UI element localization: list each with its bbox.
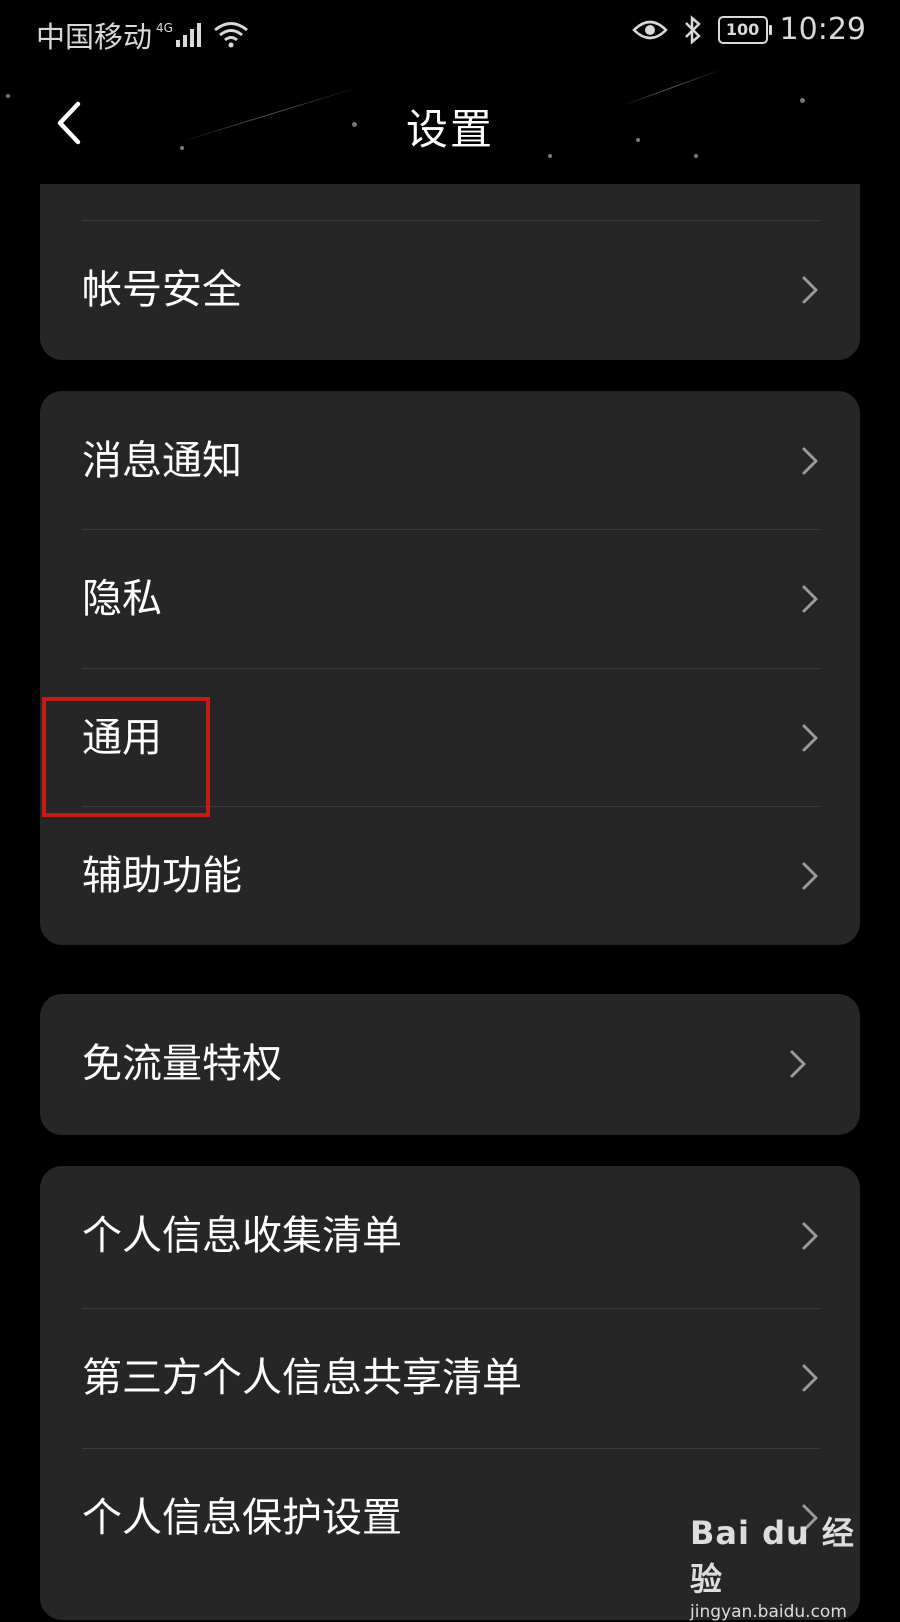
settings-item-label: 个人信息收集清单 [82, 1213, 402, 1259]
settings-item-free-data[interactable]: 免流量特权 [40, 994, 860, 1134]
chevron-right-icon [802, 585, 818, 613]
watermark-url: jingyan.baidu.com [690, 1602, 847, 1622]
settings-item-label: 帐号安全 [82, 267, 242, 313]
status-time: 10:29 [779, 12, 866, 47]
settings-item-label: 免流量特权 [82, 1041, 282, 1087]
eye-icon [631, 20, 668, 39]
settings-item-label: 个人信息保护设置 [82, 1495, 402, 1541]
settings-item-info-collection-list[interactable]: 个人信息收集清单 [40, 1166, 860, 1306]
highlight-box [42, 697, 210, 817]
settings-item-notifications[interactable]: 消息通知 [40, 391, 860, 531]
settings-item-label: 消息通知 [82, 438, 242, 484]
status-right: 100 10:29 [631, 12, 866, 47]
chevron-right-icon [790, 1050, 806, 1078]
status-left: 中国移动 4G [36, 14, 249, 56]
baidu-jingyan-watermark: Bai du 经验 jingyan.baidu.com [690, 1508, 870, 1622]
bluetooth-icon [684, 14, 701, 45]
settings-group-general: 消息通知 隐私 通用 辅助功能 [40, 391, 860, 945]
settings-item-accessibility[interactable]: 辅助功能 [40, 806, 860, 946]
chevron-right-icon [802, 1222, 818, 1250]
battery-indicator: 100 [717, 15, 772, 44]
chevron-right-icon [802, 724, 818, 752]
settings-item-label: 隐私 [82, 576, 162, 622]
settings-item-privacy[interactable]: 隐私 [40, 529, 860, 669]
chevron-right-icon [802, 862, 818, 890]
network-type: 4G [156, 21, 173, 35]
settings-item-label: 辅助功能 [82, 853, 242, 899]
watermark-logo: Bai du 经验 [690, 1514, 855, 1598]
chevron-right-icon [802, 447, 818, 475]
top-nav-bar: 设置 [0, 62, 900, 184]
settings-group-data: 免流量特权 [40, 994, 860, 1135]
chevron-right-icon [802, 276, 818, 304]
settings-item-label: 第三方个人信息共享清单 [82, 1355, 522, 1401]
carrier-name: 中国移动 [36, 20, 153, 54]
page-title: 设置 [405, 105, 494, 154]
cellular-signal-icon [175, 23, 201, 47]
chevron-right-icon [802, 1364, 818, 1392]
status-bar: 中国移动 4G 100 10:29 [0, 0, 900, 62]
settings-item-third-party-sharing-list[interactable]: 第三方个人信息共享清单 [40, 1308, 860, 1448]
wifi-icon [214, 22, 248, 48]
settings-group-account: 帐号安全 [40, 184, 860, 360]
settings-item-account-security[interactable]: 帐号安全 [40, 220, 860, 360]
